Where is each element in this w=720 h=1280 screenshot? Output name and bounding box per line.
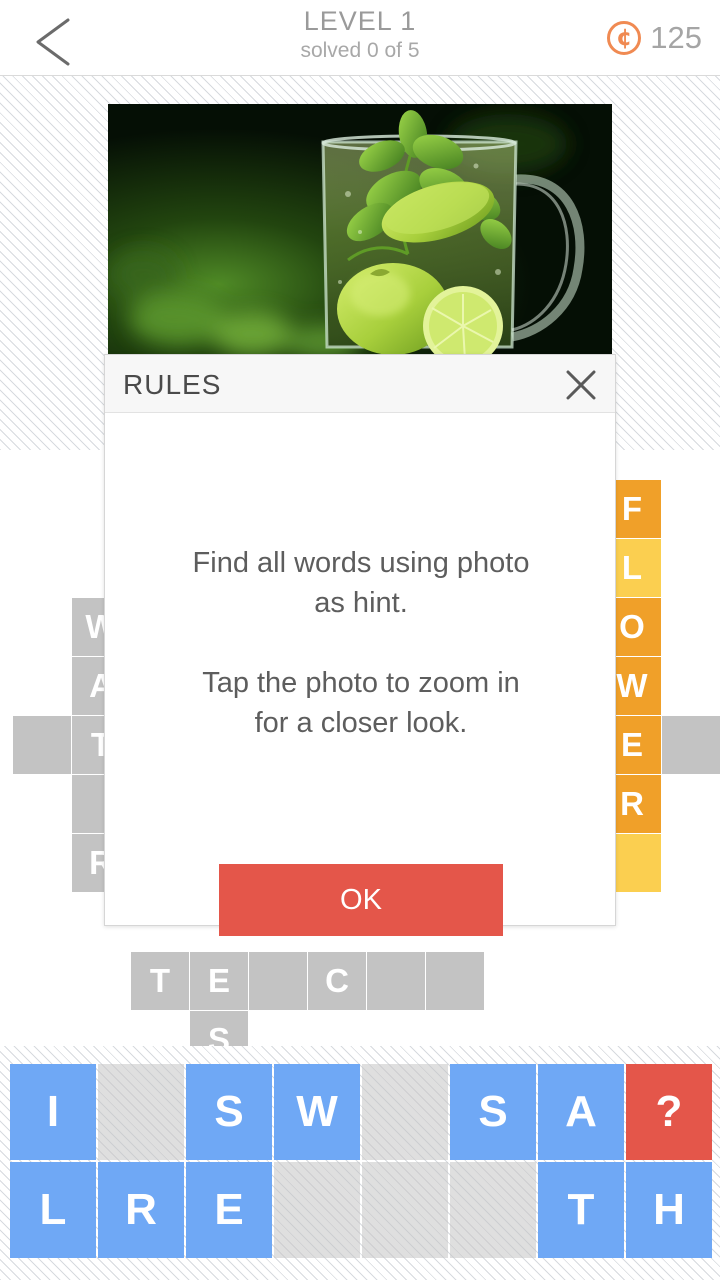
letter-key-label: ? (655, 1087, 683, 1136)
coin-symbol: ¢ (616, 24, 633, 51)
dialog-body: Find all words using photo as hint. Tap … (105, 413, 615, 936)
crossword-cell[interactable] (662, 716, 720, 774)
puzzle-photo[interactable] (108, 104, 612, 354)
photo-image (108, 104, 612, 354)
level-title-block: LEVEL 1 solved 0 of 5 (180, 6, 540, 64)
back-button[interactable] (14, 4, 92, 74)
coin-counter[interactable]: ¢ 125 (607, 16, 702, 60)
close-button[interactable] (555, 359, 607, 411)
letter-key-label: T (567, 1185, 595, 1234)
coin-count-label: 125 (650, 20, 702, 55)
crossword-cell[interactable] (426, 952, 484, 1010)
hint-key[interactable]: ? (626, 1064, 712, 1160)
game-screen: LEVEL 1 solved 0 of 5 ¢ 125 W A T R F L … (0, 0, 720, 1280)
crossword-cell[interactable]: E (190, 952, 248, 1010)
crossword-cell[interactable]: T (131, 952, 189, 1010)
dialog-title: RULES (123, 369, 222, 400)
letter-key (274, 1162, 360, 1258)
dialog-header: RULES (105, 355, 615, 413)
letter-key[interactable]: A (538, 1064, 624, 1160)
letter-key[interactable]: L (10, 1162, 96, 1258)
letter-key-label: H (653, 1185, 685, 1234)
letter-key-label: I (46, 1087, 60, 1136)
rules-text: Find all words using photo as hint. Tap … (192, 547, 530, 739)
letter-key-label: S (478, 1087, 508, 1136)
letter-key[interactable]: T (538, 1162, 624, 1258)
level-progress-text: solved 0 of 5 (300, 39, 420, 62)
letter-key-label: S (214, 1087, 244, 1136)
letter-key[interactable]: H (626, 1162, 712, 1258)
crossword-cell-letter: C (325, 962, 349, 999)
crossword-cell[interactable] (367, 952, 425, 1010)
letter-key[interactable]: W (274, 1064, 360, 1160)
crossword-cell[interactable] (13, 716, 71, 774)
header-bar: LEVEL 1 solved 0 of 5 ¢ 125 (0, 0, 720, 76)
letter-keyboard[interactable]: I S W S A? L R E T H (0, 1046, 720, 1280)
crossword-cell-letter: L (621, 549, 643, 586)
letter-key[interactable]: S (186, 1064, 272, 1160)
crossword-cell-letter: R (620, 785, 644, 822)
crossword-cell[interactable] (249, 952, 307, 1010)
letter-key-label: L (39, 1185, 67, 1234)
crossword-cell-letter: W (616, 667, 648, 704)
chevron-left-icon (36, 18, 70, 66)
letter-key-label: R (125, 1185, 157, 1234)
rules-dialog: RULES Find all words using photo as hint… (104, 354, 616, 936)
crossword-cell[interactable]: C (308, 952, 366, 1010)
letter-key[interactable]: I (10, 1064, 96, 1160)
letter-key[interactable]: R (98, 1162, 184, 1258)
crossword-cell-letter: E (620, 726, 643, 763)
letter-key-label: A (565, 1087, 597, 1136)
coin-icon: ¢ (607, 21, 642, 55)
letter-key-label: W (296, 1087, 338, 1136)
crossword-cell-letter: O (619, 608, 645, 645)
ok-button[interactable]: OK (219, 864, 503, 936)
crossword-cell-letter: T (149, 962, 171, 999)
letter-key[interactable]: S (450, 1064, 536, 1160)
letter-key (362, 1162, 448, 1258)
letter-key (98, 1064, 184, 1160)
crossword-cell-letter: E (207, 962, 230, 999)
letter-key[interactable]: E (186, 1162, 272, 1258)
page-title: LEVEL 1 (303, 6, 417, 36)
letter-key-label: E (214, 1185, 244, 1234)
letter-key (362, 1064, 448, 1160)
crossword-cell-letter: F (621, 490, 643, 527)
letter-key (450, 1162, 536, 1258)
close-icon (566, 370, 596, 400)
